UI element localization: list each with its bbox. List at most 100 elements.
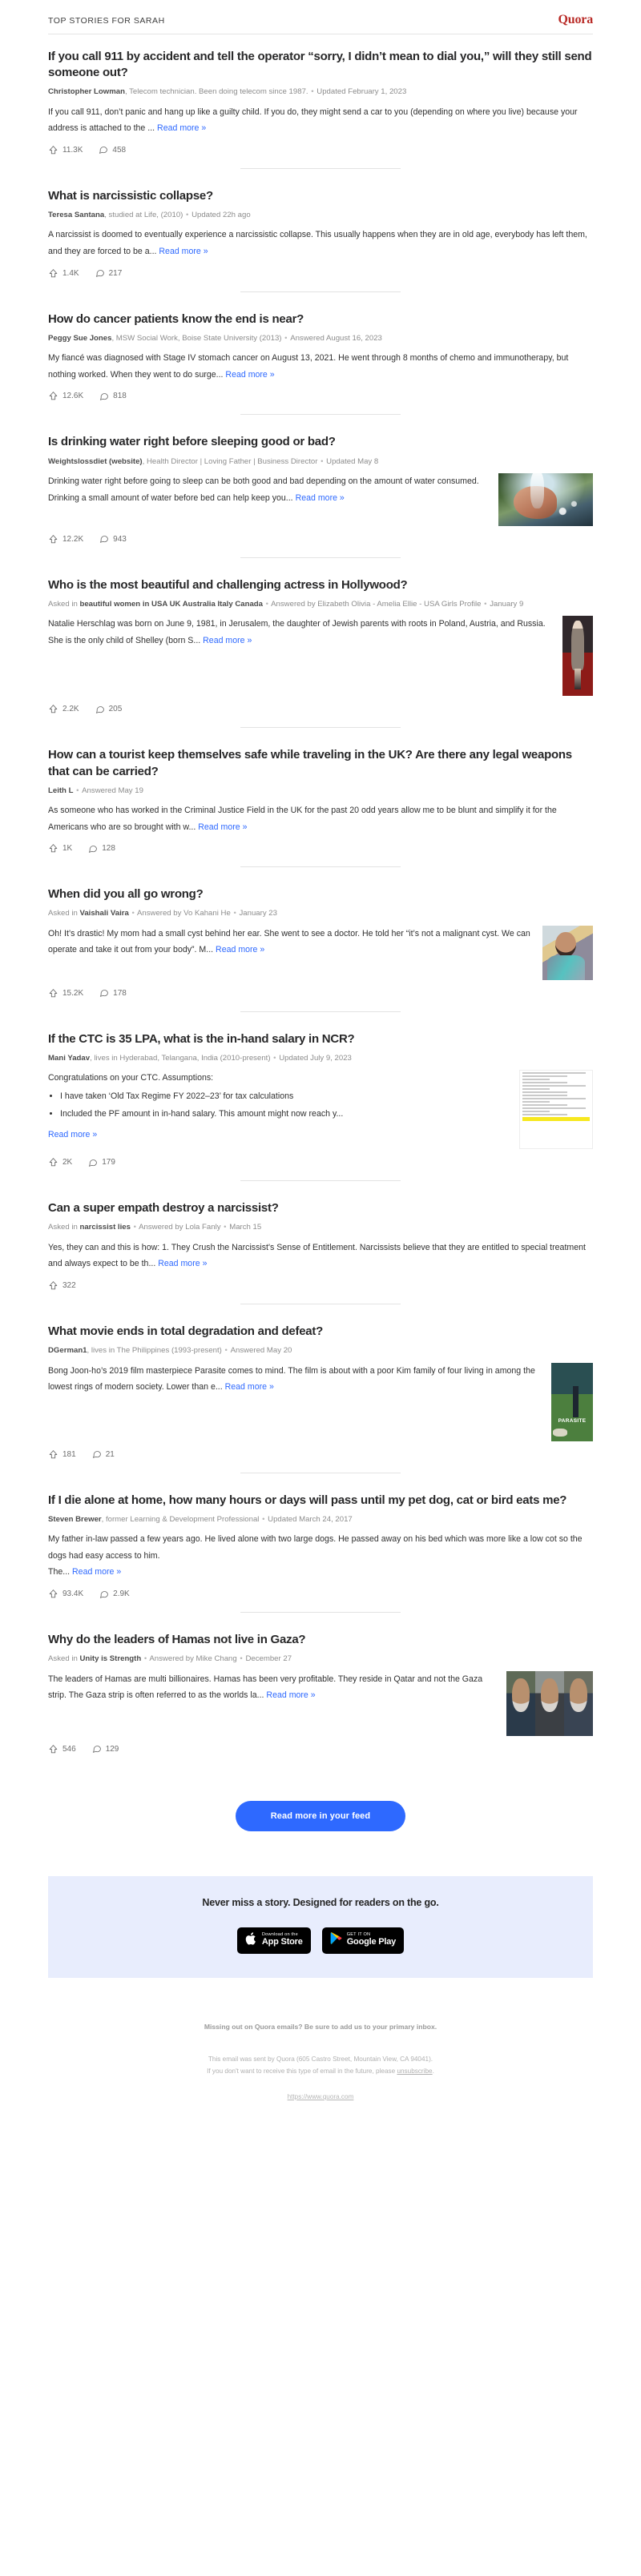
upvote-stat[interactable]: 1K xyxy=(48,843,72,854)
story-title[interactable]: What is narcissistic collapse? xyxy=(48,188,593,204)
story-title[interactable]: If I die alone at home, how many hours o… xyxy=(48,1493,593,1509)
story-thumbnail[interactable] xyxy=(542,925,593,980)
read-more-link[interactable]: Read more » xyxy=(296,493,345,503)
story-date: Updated July 9, 2023 xyxy=(279,1053,352,1063)
author-credential: , lives in The Philippines (1993-present… xyxy=(87,1346,222,1356)
comment-stat[interactable]: 943 xyxy=(99,534,127,544)
comment-count: 943 xyxy=(113,534,127,544)
story-date: Updated March 24, 2017 xyxy=(268,1514,353,1524)
author-name[interactable]: Peggy Sue Jones xyxy=(48,334,111,343)
story-title[interactable]: Can a super empath destroy a narcissist? xyxy=(48,1200,593,1216)
author-name[interactable]: Weightslossdiet (website) xyxy=(48,457,143,466)
comment-icon xyxy=(99,392,109,401)
read-more-link[interactable]: Read more » xyxy=(225,1382,274,1392)
topic-link[interactable]: beautiful women in USA UK Australia Ital… xyxy=(79,600,263,609)
story-title[interactable]: Why do the leaders of Hamas not live in … xyxy=(48,1632,593,1648)
upvote-stat[interactable]: 11.3K xyxy=(48,145,83,155)
story-item: Who is the most beautiful and challengin… xyxy=(48,563,593,733)
story-item: What movie ends in total degradation and… xyxy=(48,1309,593,1477)
comment-stat[interactable]: 818 xyxy=(99,392,127,401)
unsubscribe-link[interactable]: unsubscribe xyxy=(397,2068,432,2075)
story-title[interactable]: When did you all go wrong? xyxy=(48,886,593,902)
app-store-badge[interactable]: Download on the App Store xyxy=(236,1927,311,1954)
answerer-name[interactable]: Vo Kahani He xyxy=(183,909,231,918)
upvote-stat[interactable]: 181 xyxy=(48,1449,76,1460)
story-item: What is narcissistic collapse? Teresa San… xyxy=(48,174,593,297)
read-more-in-feed-button[interactable]: Read more in your feed xyxy=(235,1800,406,1831)
quora-logo[interactable]: Quora xyxy=(558,13,594,27)
story-date: January 9 xyxy=(490,600,524,609)
story-stats: 322 xyxy=(48,1272,593,1292)
read-more-link[interactable]: Read more » xyxy=(266,1690,315,1700)
story-thumbnail[interactable] xyxy=(498,472,593,526)
story-item: If I die alone at home, how many hours o… xyxy=(48,1478,593,1618)
comment-stat[interactable]: 129 xyxy=(92,1744,119,1754)
read-more-link[interactable]: Read more » xyxy=(157,123,206,133)
comment-count: 21 xyxy=(105,1449,115,1459)
author-name[interactable]: Steven Brewer xyxy=(48,1515,102,1524)
comment-stat[interactable]: 179 xyxy=(88,1158,115,1167)
comment-stat[interactable]: 21 xyxy=(92,1449,115,1459)
comment-stat[interactable]: 205 xyxy=(95,705,122,714)
upvote-stat[interactable]: 546 xyxy=(48,1744,76,1754)
story-title[interactable]: Who is the most beautiful and challengin… xyxy=(48,577,593,593)
quora-url-link[interactable]: https://www.quora.com xyxy=(288,2093,354,2100)
author-name[interactable]: Teresa Santana xyxy=(48,211,104,219)
story-thumbnail[interactable]: PARASITE xyxy=(551,1362,593,1441)
upvote-stat[interactable]: 12.2K xyxy=(48,534,83,545)
story-byline: Mani Yadav, lives in Hyderabad, Telangan… xyxy=(48,1053,352,1063)
read-more-link[interactable]: Read more » xyxy=(216,945,264,954)
story-stats: 12.6K 818 xyxy=(48,383,593,403)
story-byline: Weightslossdiet (website), Health Direct… xyxy=(48,456,379,466)
answered-by-label: Answered by xyxy=(147,1654,196,1664)
topic-link[interactable]: Vaishali Vaira xyxy=(79,909,128,918)
upvote-stat[interactable]: 93.4K xyxy=(48,1589,83,1599)
upvote-stat[interactable]: 2K xyxy=(48,1157,72,1167)
answered-by-label: Answered by xyxy=(269,600,318,609)
comment-stat[interactable]: 128 xyxy=(88,844,115,854)
author-credential: , lives in Hyderabad, Telangana, India (… xyxy=(90,1053,271,1063)
upvote-stat[interactable]: 322 xyxy=(48,1280,76,1291)
story-body: Bong Joon-ho’s 2019 film masterpiece Par… xyxy=(48,1362,593,1441)
author-name[interactable]: Leith L xyxy=(48,786,73,795)
story-title[interactable]: How do cancer patients know the end is n… xyxy=(48,311,593,328)
read-more-link[interactable]: Read more » xyxy=(159,247,208,256)
answerer-name[interactable]: Mike Chang xyxy=(196,1654,237,1663)
upvote-stat[interactable]: 12.6K xyxy=(48,391,83,401)
story-thumbnail[interactable] xyxy=(519,1070,593,1150)
upvote-stat[interactable]: 15.2K xyxy=(48,988,83,999)
read-more-link[interactable]: Read more » xyxy=(48,1130,97,1139)
story-list: If you call 911 by accident and tell the… xyxy=(48,34,593,1761)
story-title[interactable]: If you call 911 by accident and tell the… xyxy=(48,49,593,81)
topic-link[interactable]: narcissist lies xyxy=(79,1223,130,1232)
story-title[interactable]: What movie ends in total degradation and… xyxy=(48,1324,593,1340)
upvote-stat[interactable]: 2.2K xyxy=(48,704,79,714)
story-thumbnail[interactable] xyxy=(506,1670,593,1736)
answerer-name[interactable]: Lola Fanly xyxy=(185,1223,220,1232)
story-thumbnail[interactable] xyxy=(562,616,593,697)
topic-link[interactable]: Unity is Strength xyxy=(79,1654,141,1663)
comment-stat[interactable]: 458 xyxy=(99,145,126,155)
google-play-badge[interactable]: GET IT ON Google Play xyxy=(321,1927,405,1954)
comment-stat[interactable]: 178 xyxy=(99,988,127,998)
story-item: Is drinking water right before sleeping … xyxy=(48,420,593,562)
story-title[interactable]: How can a tourist keep themselves safe w… xyxy=(48,747,593,779)
read-more-link[interactable]: Read more » xyxy=(198,822,247,832)
comment-stat[interactable]: 217 xyxy=(95,268,122,278)
story-title[interactable]: If the CTC is 35 LPA, what is the in-han… xyxy=(48,1031,593,1047)
story-excerpt: As someone who has worked in the Crimina… xyxy=(48,806,557,832)
comment-icon xyxy=(99,1589,109,1599)
read-more-link[interactable]: Read more » xyxy=(72,1567,121,1577)
author-name[interactable]: Christopher Lowman xyxy=(48,87,125,96)
comment-stat[interactable]: 2.9K xyxy=(99,1589,130,1599)
read-more-link[interactable]: Read more » xyxy=(203,636,252,645)
answerer-name[interactable]: Elizabeth Olivia - Amelia Ellie - USA Gi… xyxy=(317,600,481,609)
read-more-link[interactable]: Read more » xyxy=(225,370,274,380)
upvote-stat[interactable]: 1.4K xyxy=(48,268,79,279)
story-title[interactable]: Is drinking water right before sleeping … xyxy=(48,434,593,450)
author-name[interactable]: DGerman1 xyxy=(48,1346,87,1355)
story-stats: 93.4K 2.9K xyxy=(48,1581,593,1601)
story-date: January 23 xyxy=(239,909,277,918)
author-name[interactable]: Mani Yadav xyxy=(48,1054,90,1063)
read-more-link[interactable]: Read more » xyxy=(158,1259,207,1268)
